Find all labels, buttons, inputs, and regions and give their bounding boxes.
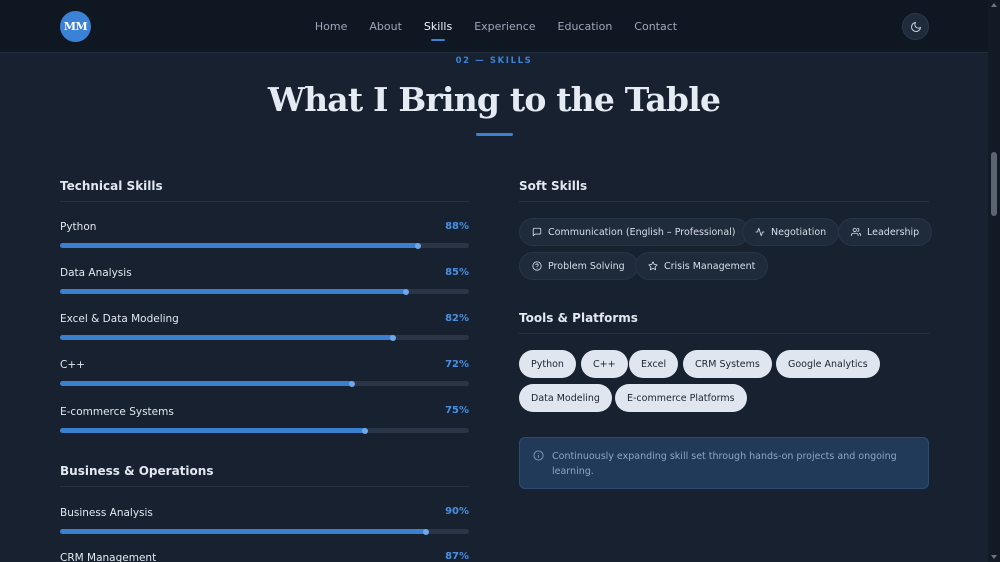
skill-percent: 72%	[445, 359, 469, 370]
divider	[519, 333, 929, 334]
skill-percent: 85%	[445, 267, 469, 278]
tool-chip[interactable]: CRM Systems	[683, 350, 772, 378]
soft-skill-chip[interactable]: Problem Solving	[519, 252, 638, 280]
nav-links: Home About Skills Experience Education C…	[0, 0, 988, 53]
skill-percent: 87%	[445, 551, 469, 562]
moon-icon	[910, 21, 921, 32]
skill-name: C++	[60, 359, 85, 371]
skill-name: Business Analysis	[60, 507, 153, 519]
skill-percent: 75%	[445, 405, 469, 416]
skill-progress-fill	[60, 288, 409, 295]
tool-chip[interactable]: C++	[581, 350, 628, 378]
scrollbar-thumb[interactable]	[991, 152, 997, 216]
scroll-down-arrow[interactable]	[991, 555, 997, 559]
business-operations-heading: Business & Operations	[60, 464, 214, 478]
skill-percent: 88%	[445, 221, 469, 232]
divider	[60, 486, 469, 487]
soft-skill-chip[interactable]: Negotiation	[742, 218, 840, 246]
info-icon	[533, 450, 544, 461]
info-note: Continuously expanding skill set through…	[519, 437, 929, 489]
message-square-icon	[532, 227, 542, 237]
theme-toggle-button[interactable]	[902, 13, 929, 40]
skill-progress-fill	[60, 528, 430, 535]
soft-skill-chip[interactable]: Leadership	[838, 218, 933, 246]
tool-chip[interactable]: Excel	[629, 350, 679, 378]
chip-label: Problem Solving	[548, 260, 625, 272]
chip-label: Leadership	[867, 226, 920, 238]
skill-name: Data Analysis	[60, 267, 132, 279]
chip-label: Crisis Management	[664, 260, 756, 272]
skill-percent: 82%	[445, 313, 469, 324]
skill-progress-fill	[60, 380, 356, 387]
section-eyebrow: 02 — SKILLS	[455, 56, 533, 66]
nav-link-about[interactable]: About	[369, 16, 402, 37]
chip-label: Communication (English – Professional)	[548, 226, 736, 238]
skill-progress-bar	[60, 334, 469, 341]
divider	[519, 201, 929, 202]
top-navbar: MM Home About Skills Experience Educatio…	[0, 0, 988, 53]
page-scrollbar[interactable]	[988, 0, 1000, 562]
nav-link-home[interactable]: Home	[315, 16, 347, 37]
tool-chip[interactable]: Google Analytics	[776, 350, 880, 378]
help-circle-icon	[532, 261, 542, 271]
scroll-up-arrow[interactable]	[991, 3, 997, 7]
section-title: What I Bring to the Table	[267, 80, 721, 119]
info-note-text: Continuously expanding skill set through…	[552, 451, 897, 477]
skill-name: Excel & Data Modeling	[60, 313, 179, 325]
skill-progress-bar	[60, 427, 469, 434]
skill-name: E-commerce Systems	[60, 406, 174, 418]
skill-progress-bar	[60, 288, 469, 295]
chip-label: Negotiation	[771, 226, 827, 238]
tool-chip[interactable]: Python	[519, 350, 576, 378]
skill-name: Python	[60, 221, 97, 233]
tools-platforms-heading: Tools & Platforms	[519, 311, 638, 325]
star-icon	[648, 261, 658, 271]
users-icon	[851, 227, 861, 237]
skill-progress-bar	[60, 380, 469, 387]
nav-link-experience[interactable]: Experience	[474, 16, 535, 37]
soft-skill-chip[interactable]: Crisis Management	[635, 252, 769, 280]
skill-percent: 90%	[445, 506, 469, 517]
skill-progress-fill	[60, 242, 421, 249]
skill-progress-bar	[60, 242, 469, 249]
skill-progress-bar	[60, 528, 469, 535]
nav-link-skills[interactable]: Skills	[424, 16, 452, 37]
soft-skills-heading: Soft Skills	[519, 179, 588, 193]
technical-skills-heading: Technical Skills	[60, 179, 163, 193]
skill-progress-fill	[60, 427, 368, 434]
soft-skill-chip[interactable]: Communication (English – Professional)	[519, 218, 749, 246]
divider	[60, 201, 469, 202]
skill-progress-fill	[60, 334, 397, 341]
title-underline	[476, 133, 513, 136]
tool-chip[interactable]: E-commerce Platforms	[615, 384, 747, 412]
nav-link-education[interactable]: Education	[558, 16, 613, 37]
nav-link-contact[interactable]: Contact	[634, 16, 677, 37]
tool-chip[interactable]: Data Modeling	[519, 384, 612, 412]
activity-icon	[755, 227, 765, 237]
skill-name: CRM Management	[60, 552, 157, 562]
